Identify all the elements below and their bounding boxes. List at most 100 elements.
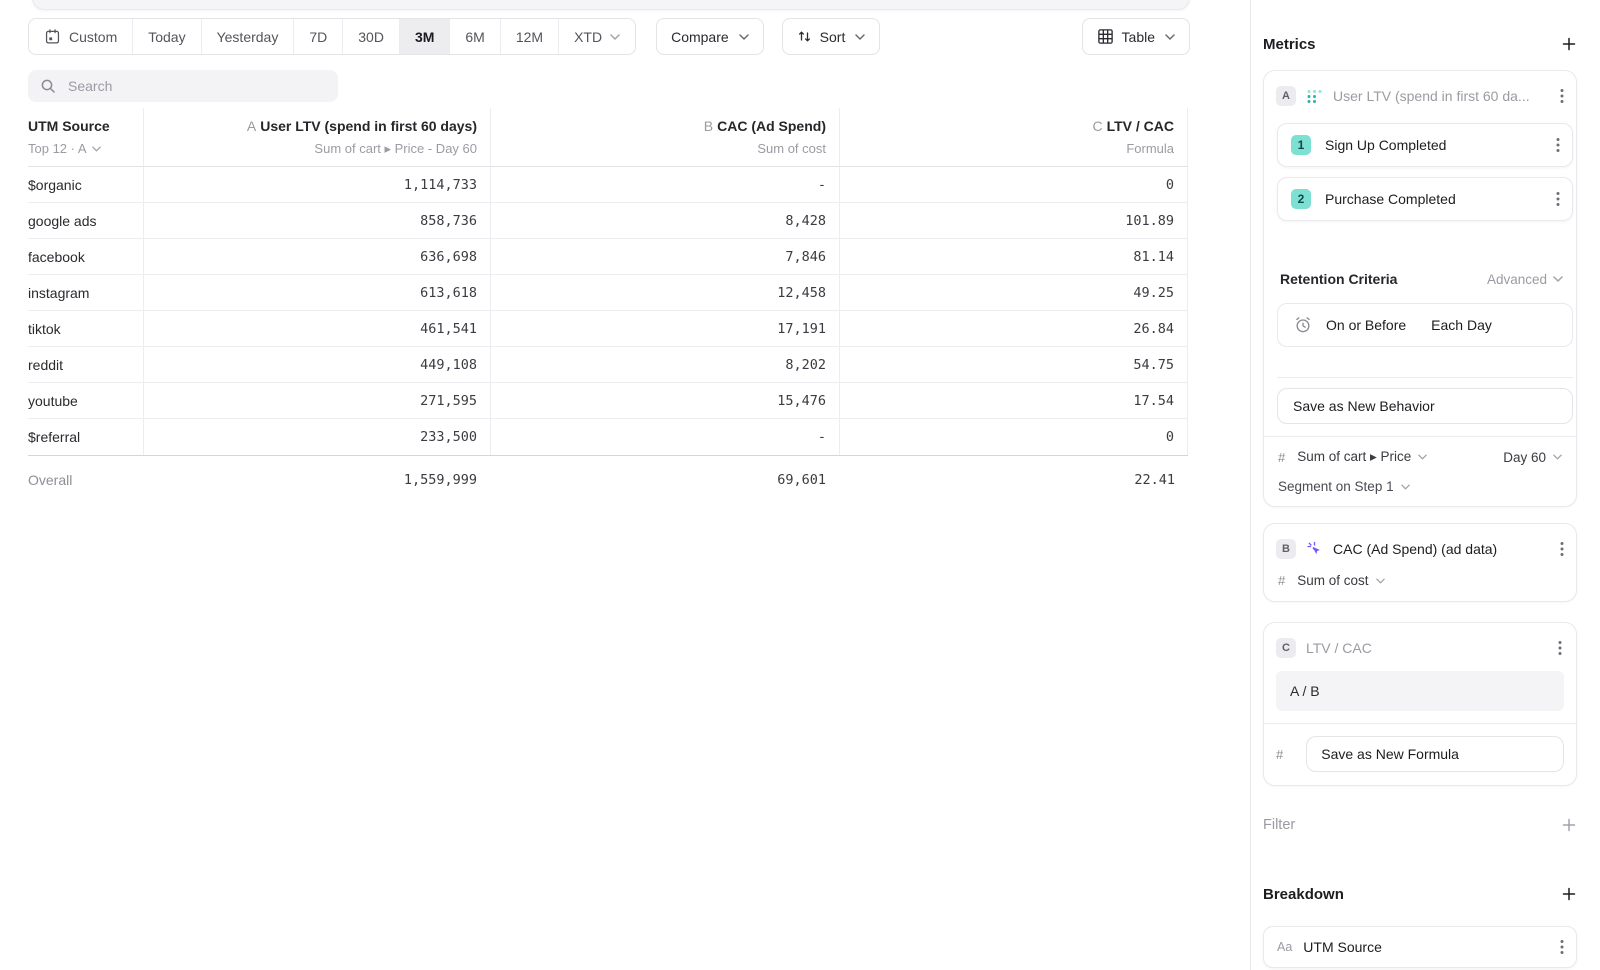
metrics-section-title: Metrics xyxy=(1263,36,1316,53)
criteria-condition[interactable]: On or Before xyxy=(1326,317,1406,333)
chevron-down-icon xyxy=(739,34,749,40)
chevron-down-icon xyxy=(1401,484,1410,490)
add-metric-button[interactable] xyxy=(1561,36,1577,52)
query-builder-sidebar: Metrics A User LTV (spend in first 60 da… xyxy=(1250,0,1600,970)
table-row[interactable]: reddit 449,108 8,202 54.75 xyxy=(28,347,1188,383)
column-letter: C xyxy=(1092,118,1102,134)
sort-button[interactable]: Sort xyxy=(782,18,881,55)
row-value-a: 1,114,733 xyxy=(143,167,490,203)
date-range-7d[interactable]: 7D xyxy=(293,19,342,54)
metric-title[interactable]: User LTV (spend in first 60 da... xyxy=(1333,88,1548,104)
table-row[interactable]: tiktok 461,541 17,191 26.84 xyxy=(28,311,1188,347)
date-range-yesterday[interactable]: Yesterday xyxy=(201,19,294,54)
date-range-xtd[interactable]: XTD xyxy=(558,19,635,54)
date-range-label: 6M xyxy=(465,29,484,45)
aggregation-label: Sum of cart ▸ Price xyxy=(1297,449,1411,465)
date-range-label: 3M xyxy=(415,29,434,45)
kebab-menu-icon[interactable] xyxy=(1556,638,1564,658)
divider xyxy=(1277,377,1573,378)
column-title: LTV / CAC xyxy=(1107,118,1174,134)
step-event-label: Sign Up Completed xyxy=(1325,137,1540,153)
funnel-step[interactable]: 1 Sign Up Completed xyxy=(1277,123,1573,167)
filter-section-title: Filter xyxy=(1263,817,1295,833)
retention-criteria-box[interactable]: On or Before Each Day xyxy=(1277,303,1573,347)
chevron-down-icon xyxy=(1418,454,1427,460)
search-icon xyxy=(40,78,56,94)
add-breakdown-button[interactable] xyxy=(1561,886,1577,902)
kebab-menu-icon[interactable] xyxy=(1554,189,1562,209)
row-value-b: 17,191 xyxy=(490,311,839,347)
table-row[interactable]: $organic 1,114,733 - 0 xyxy=(28,167,1188,203)
table-row[interactable]: youtube 271,595 15,476 17.54 xyxy=(28,383,1188,419)
save-formula-label: Save as New Formula xyxy=(1321,746,1459,762)
save-as-new-behavior-button[interactable]: Save as New Behavior xyxy=(1277,388,1573,424)
column-header-utm-source[interactable]: UTM Source Top 12 · A xyxy=(28,108,143,167)
overall-value-c: 22.41 xyxy=(839,456,1188,504)
collapsed-panel-edge xyxy=(32,0,1190,10)
date-range-6m[interactable]: 6M xyxy=(449,19,499,54)
table-grid-icon xyxy=(1097,28,1114,45)
retention-metric-icon xyxy=(1306,88,1323,105)
row-value-a: 461,541 xyxy=(143,311,490,347)
retention-mode-label: Advanced xyxy=(1487,272,1547,287)
metric-title[interactable]: CAC (Ad Spend) (ad data) xyxy=(1333,541,1548,557)
table-row[interactable]: facebook 636,698 7,846 81.14 xyxy=(28,239,1188,275)
aggregation-dropdown[interactable]: Sum of cost xyxy=(1297,573,1384,588)
row-value-b: 12,458 xyxy=(490,275,839,311)
kebab-menu-icon[interactable] xyxy=(1554,135,1562,155)
column-letter: A xyxy=(247,118,256,134)
segment-label: Segment on Step 1 xyxy=(1278,479,1394,494)
criteria-period[interactable]: Each Day xyxy=(1431,317,1492,333)
view-type-button[interactable]: Table xyxy=(1082,18,1190,55)
metric-card-a: A User LTV (spend in first 60 da... 1 Si… xyxy=(1263,70,1577,507)
kebab-menu-icon[interactable] xyxy=(1558,937,1566,957)
row-value-a: 613,618 xyxy=(143,275,490,311)
breakdown-item[interactable]: Aa UTM Source xyxy=(1263,926,1577,968)
retention-mode-dropdown[interactable]: Advanced xyxy=(1487,272,1563,287)
column-header-a[interactable]: AUser LTV (spend in first 60 days) Sum o… xyxy=(143,108,490,167)
aggregation-label: Sum of cost xyxy=(1297,573,1368,588)
divider xyxy=(1264,723,1576,724)
save-as-new-formula-button[interactable]: Save as New Formula xyxy=(1306,736,1564,772)
funnel-step[interactable]: 2 Purchase Completed xyxy=(1277,177,1573,221)
formula-input[interactable]: A / B xyxy=(1276,671,1564,711)
chevron-down-icon xyxy=(1553,454,1562,460)
breakdown-item-label: UTM Source xyxy=(1303,939,1547,955)
column-header-c[interactable]: CLTV / CAC Formula xyxy=(839,108,1188,167)
date-range-label: 12M xyxy=(516,29,543,45)
window-label: Day 60 xyxy=(1503,450,1546,465)
date-range-30d[interactable]: 30D xyxy=(342,19,399,54)
aggregation-dropdown[interactable]: Sum of cart ▸ Price xyxy=(1297,449,1427,465)
metric-letter-badge: B xyxy=(1276,539,1296,559)
search-box[interactable] xyxy=(28,70,338,102)
number-type-icon: # xyxy=(1278,450,1285,465)
chevron-down-icon xyxy=(855,34,865,40)
date-range-label: 7D xyxy=(309,29,327,45)
date-range-custom[interactable]: Custom xyxy=(29,19,132,54)
chevron-down-icon[interactable] xyxy=(92,146,101,152)
kebab-menu-icon[interactable] xyxy=(1558,86,1566,106)
metric-steps: 1 Sign Up Completed 2 Purchase Completed xyxy=(1264,123,1576,221)
formula-metric-title[interactable]: LTV / CAC xyxy=(1306,640,1546,656)
string-type-icon: Aa xyxy=(1277,940,1292,954)
search-input[interactable] xyxy=(66,77,326,95)
window-dropdown[interactable]: Day 60 xyxy=(1503,450,1562,465)
table-row[interactable]: $referral 233,500 - 0 xyxy=(28,419,1188,455)
date-range-12m[interactable]: 12M xyxy=(500,19,558,54)
row-label: youtube xyxy=(28,383,143,419)
add-filter-button[interactable] xyxy=(1561,817,1577,833)
table-row[interactable]: google ads 858,736 8,428 101.89 xyxy=(28,203,1188,239)
date-range-label: Custom xyxy=(69,29,117,45)
column-header-b[interactable]: BCAC (Ad Spend) Sum of cost xyxy=(490,108,839,167)
date-range-label: Yesterday xyxy=(217,29,279,45)
sort-arrows-icon xyxy=(797,29,812,44)
date-range-today[interactable]: Today xyxy=(132,19,200,54)
column-letter: B xyxy=(704,118,713,134)
table-row[interactable]: instagram 613,618 12,458 49.25 xyxy=(28,275,1188,311)
segment-on-step-dropdown[interactable]: Segment on Step 1 xyxy=(1278,479,1562,494)
analytics-app: Custom Today Yesterday 7D 30D 3M 6M 12M XTD Comp… xyxy=(0,0,1600,970)
row-value-a: 858,736 xyxy=(143,203,490,239)
kebab-menu-icon[interactable] xyxy=(1558,539,1566,559)
compare-button[interactable]: Compare xyxy=(656,18,764,55)
date-range-3m[interactable]: 3M xyxy=(399,19,449,54)
